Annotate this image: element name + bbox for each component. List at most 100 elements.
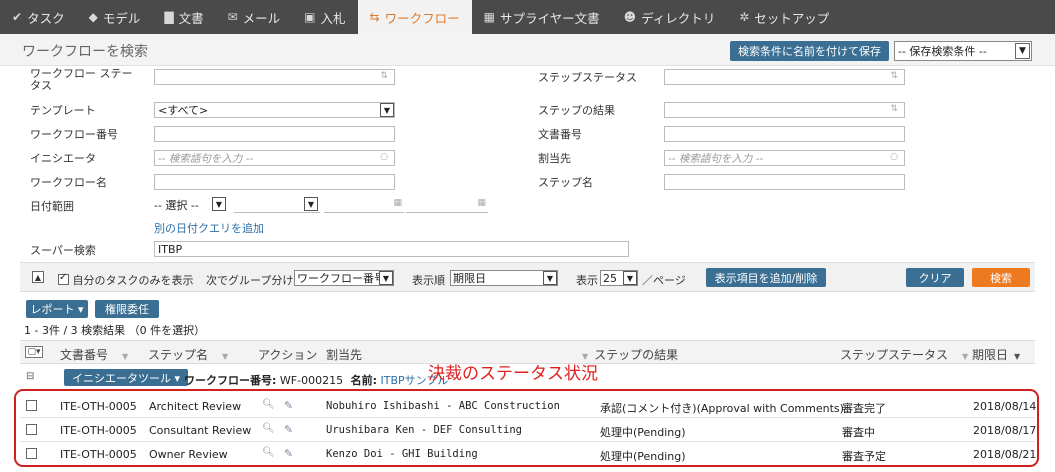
sort-label: 表示順 [412,274,445,287]
chevron-down-icon: ▼ [623,271,637,285]
col-doc-number[interactable]: 文書番号 ▼ [60,346,128,363]
doc-number-label: 文書番号 [538,128,582,141]
nav-item-label: 入札 [320,10,346,26]
add-remove-columns-button[interactable]: 表示項目を追加/削除 [706,268,826,287]
only-my-tasks-label: 自分のタスクのみを表示 [72,274,194,287]
super-search-label: スーパー検索 [30,244,96,257]
results-count: 1 - 3件 / 3 検索結果 （0 件を選択） [24,324,206,337]
template-label: テンプレート [30,104,96,117]
group-number-value: WF-000215 [279,374,344,387]
workflow-number-input[interactable] [154,126,395,142]
initiator-label: イニシエータ [30,152,96,165]
nav-item-2[interactable]: ▇ 文書 [152,0,215,34]
collapse-icon[interactable]: ▲ [32,271,44,283]
nav-item-label: 文書 [178,10,204,26]
document-icon: ▇ [164,10,174,24]
group-by-select[interactable]: ワークフロー番号 ▼ [294,270,394,286]
saved-search-select[interactable]: -- 保存検索条件 -- ▼ [894,41,1032,61]
search-icon: ○ [380,152,388,162]
delegate-button[interactable]: 権限委任 [95,300,159,318]
initiator-tool-button[interactable]: イニシエータツール ▾ [64,369,189,386]
col-doc-number-label: 文書番号 [60,348,109,362]
show-label: 表示 [576,274,598,287]
saved-search-value: -- 保存検索条件 -- [898,45,987,58]
step-result-select[interactable]: ⇅ [664,102,905,118]
nav-item-3[interactable]: ✉ メール [216,0,293,34]
col-step-name[interactable]: ステップ名 ▼ [148,346,228,363]
initiator-input[interactable]: -- 検索語句を入力 -- ○ [154,150,395,166]
nav-item-8[interactable]: ✲ セットアップ [727,0,841,34]
date-select-value: -- 選択 -- [154,199,199,212]
super-search-input[interactable]: ITBP [154,241,629,257]
col-step-status-label: ステップステータス [840,348,949,362]
workflow-icon: ⇆ [369,10,380,24]
chevron-down-icon: ▼ [304,197,318,211]
highlight-box [14,389,1039,467]
top-nav: ✔ タスク ◆ モデル ▇ 文書 ✉ メール ▣ 入札 ⇆ ワークフロー ▦ サプライヤー文書 ☻ ディレクト… [0,0,1055,34]
nav-item-label: ディレクトリ [641,10,716,26]
step-status-select[interactable]: ⇅ [664,69,905,85]
sort-icon: ⇅ [890,71,898,81]
select-all-checkbox[interactable]: ▢▾ [25,346,43,358]
clear-button[interactable]: クリア [906,268,964,287]
col-due-date-label: 期限日 [972,348,1009,362]
search-button[interactable]: 検索 [972,268,1030,287]
only-my-tasks-checkbox[interactable] [58,272,69,285]
template-select[interactable]: <すべて> ▼ [154,102,395,118]
date-to-input[interactable]: ▦ [406,197,488,213]
chevron-down-icon: ▼ [380,103,394,117]
assignee-placeholder: -- 検索語句を入力 -- [668,152,764,165]
step-name-input[interactable] [664,174,905,190]
group-name-label: 名前: [350,374,377,387]
bid-icon: ▣ [304,10,316,24]
col-step-result-label: ステップの結果 [594,348,679,362]
nav-item-7[interactable]: ☻ ディレクトリ [612,0,728,34]
users-icon: ☻ [623,10,637,24]
sort-icon: ⇅ [380,71,388,81]
workflow-name-input[interactable] [154,174,395,190]
assignee-input[interactable]: -- 検索語句を入力 -- ○ [664,150,905,166]
col-assignee[interactable]: 割当先 [326,346,362,363]
workflow-status-select[interactable]: ⇅ [154,69,395,85]
save-search-button[interactable]: 検索条件に名前を付けて保存 [730,41,889,61]
sort-icon: ⇅ [890,104,898,114]
calendar-icon: ▦ [393,198,402,208]
page-header: ワークフローを検索 検索条件に名前を付けて保存 -- 保存検索条件 -- ▼ [0,34,1055,66]
workflow-number-label: ワークフロー番号 [30,128,118,141]
nav-item-5[interactable]: ⇆ ワークフロー [357,0,472,34]
sort-desc-icon: ▼ [1014,352,1021,361]
group-by-label: 次でグループ分け [206,274,294,287]
date-range-label: 日付範囲 [30,200,74,213]
date-operator-select[interactable]: ▼ [234,197,320,213]
date-type-select[interactable]: -- 選択 -- ▼ [154,197,228,213]
collapse-group-icon[interactable]: ⊟ [26,371,34,382]
nav-item-0[interactable]: ✔ タスク [0,0,77,34]
col-step-status[interactable]: ステップステータス ▼ [840,346,968,363]
nav-item-label: タスク [27,10,65,26]
sort-icon: ▼ [222,352,229,361]
nav-item-label: セットアップ [754,10,830,26]
chevron-down-icon: ▼ [212,197,226,211]
only-my-tasks-option[interactable]: 自分のタスクのみを表示 [58,272,194,288]
options-bar: ▲ 自分のタスクのみを表示 次でグループ分け ワークフロー番号 ▼ 表示順 期限… [20,262,1035,292]
gear-icon: ✲ [739,10,750,24]
group-number-label: ワークフロー番号: [184,374,277,387]
cube-icon: ◆ [88,10,98,24]
calendar-icon: ▦ [477,198,486,208]
per-page-label: ／ページ [642,274,686,287]
page-size-select[interactable]: 25 ▼ [600,270,638,286]
chevron-down-icon: ▼ [543,271,557,285]
nav-item-4[interactable]: ▣ 入札 [292,0,357,34]
sort-select[interactable]: 期限日 ▼ [450,270,558,286]
template-value: <すべて> [158,104,209,117]
initiator-placeholder: -- 検索語句を入力 -- [158,152,254,165]
nav-item-6[interactable]: ▦ サプライヤー文書 [472,0,612,34]
nav-item-label: ワークフロー [384,10,460,26]
report-button[interactable]: レポート ▾ [26,300,88,318]
doc-number-input[interactable] [664,126,905,142]
add-date-query-link[interactable]: 別の日付クエリを追加 [154,220,264,236]
col-due-date[interactable]: 期限日 ▼ [972,346,1020,363]
date-from-input[interactable]: ▦ [324,197,404,213]
nav-item-label: サプライヤー文書 [499,10,600,26]
nav-item-1[interactable]: ◆ モデル [77,0,153,34]
